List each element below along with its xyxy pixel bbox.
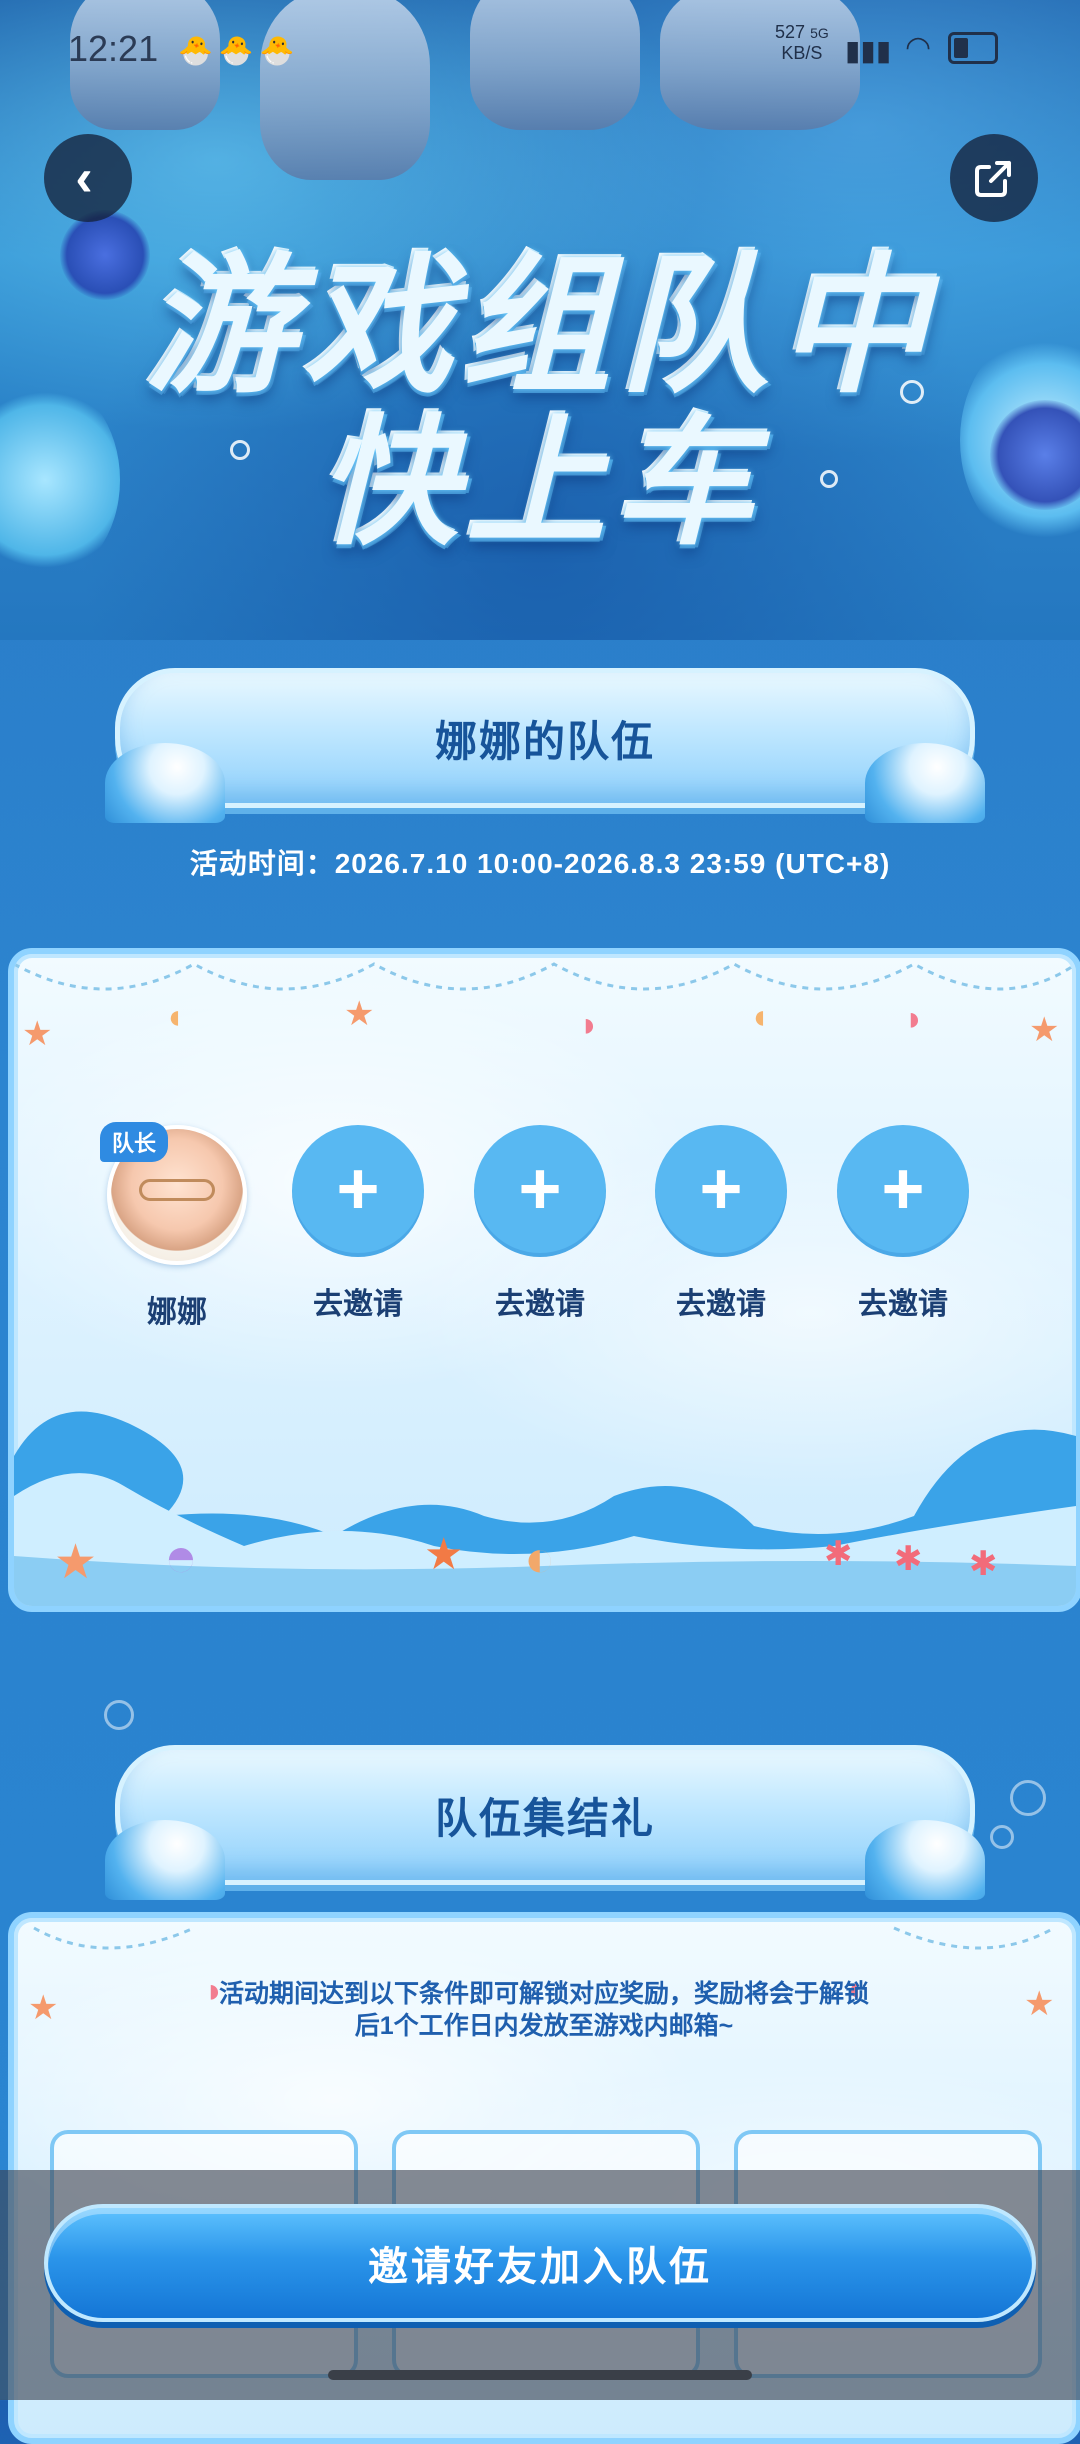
crab-icon: ✱ — [969, 1545, 998, 1583]
invite-label: 去邀请 — [676, 1288, 766, 1321]
chevron-left-icon: ‹ — [75, 149, 93, 207]
shell-icon: ◖ — [164, 998, 185, 1036]
crab-icon: ✱ — [824, 1535, 853, 1573]
back-button[interactable]: ‹ — [44, 134, 132, 222]
crab-icon: ✱ — [894, 1540, 923, 1578]
starfish-icon: ★ — [344, 995, 375, 1033]
bubble-decoration — [1010, 1780, 1046, 1816]
banner-title-line2: 快上车 — [317, 401, 762, 565]
status-bar: 12:21 🐣🐣🐣 527 5G KB/S ▮▮▮ ◠ — [0, 0, 1080, 90]
plus-icon: + — [837, 1125, 969, 1257]
team-section-title: 娜娜的队伍 — [434, 717, 655, 765]
home-indicator[interactable] — [328, 2370, 752, 2380]
notification-icons: 🐣🐣🐣 — [178, 35, 301, 66]
battery-icon — [948, 32, 998, 64]
shell-icon: ◐ — [524, 1530, 556, 1588]
hero-banner: 游戏组队中 快上车 — [0, 0, 1080, 640]
plus-icon: + — [474, 1125, 606, 1257]
plus-icon: + — [655, 1125, 787, 1257]
share-icon — [975, 161, 1011, 197]
member-name: 娜娜 — [147, 1296, 207, 1329]
starfish-icon: ★ — [22, 1015, 53, 1053]
activity-time: 活动时间：2026.7.10 10:00-2026.8.3 23:59 (UTC… — [189, 848, 891, 879]
shell-icon: ◓ — [164, 1525, 198, 1588]
rewards-description: 活动期间达到以下条件即可解锁对应奖励，奖励将会于解锁后1个工作日内发放至游戏内邮… — [218, 1980, 869, 2040]
captain-badge: 队长 — [100, 1122, 169, 1162]
plus-icon: + — [292, 1125, 424, 1257]
network-speed-unit: KB/S — [781, 43, 823, 63]
team-section-header: 娜娜的队伍 — [105, 668, 985, 823]
shell-icon: ◖ — [749, 998, 770, 1036]
rewards-section-header: 队伍集结礼 — [105, 1745, 985, 1900]
invite-slot[interactable]: + 去邀请 — [828, 1125, 978, 1323]
invite-label: 去邀请 — [313, 1288, 403, 1321]
bubble-decoration — [104, 1700, 134, 1730]
invite-label: 去邀请 — [495, 1288, 585, 1321]
starfish-icon: ★ — [1024, 1985, 1055, 2023]
shell-icon: ◗ — [579, 1006, 600, 1044]
wifi-icon: ◠ — [905, 31, 932, 64]
share-button[interactable] — [950, 134, 1038, 222]
bubble-decoration — [990, 1825, 1014, 1849]
starfish-icon: ★ — [28, 1989, 59, 2027]
shell-icon: ◗ — [904, 1000, 925, 1038]
signal-icon: ▮▮▮ — [845, 35, 892, 66]
invite-friends-button[interactable]: 邀请好友加入队伍 — [44, 2204, 1036, 2322]
status-time: 12:21 — [68, 28, 159, 69]
invite-slot[interactable]: + 去邀请 — [283, 1125, 433, 1323]
network-speed-value: 527 — [775, 22, 806, 42]
starfish-icon: ★ — [54, 1536, 98, 1589]
network-type: 5G — [810, 25, 829, 41]
invite-slot[interactable]: + 去邀请 — [646, 1125, 796, 1323]
invite-label: 去邀请 — [858, 1288, 948, 1321]
starfish-icon: ★ — [424, 1530, 464, 1579]
network-speed: 527 5G KB/S — [775, 22, 829, 63]
invite-slot[interactable]: + 去邀请 — [465, 1125, 615, 1323]
rewards-section-title: 队伍集结礼 — [434, 1794, 655, 1842]
starfish-icon: ★ — [1029, 1011, 1060, 1049]
